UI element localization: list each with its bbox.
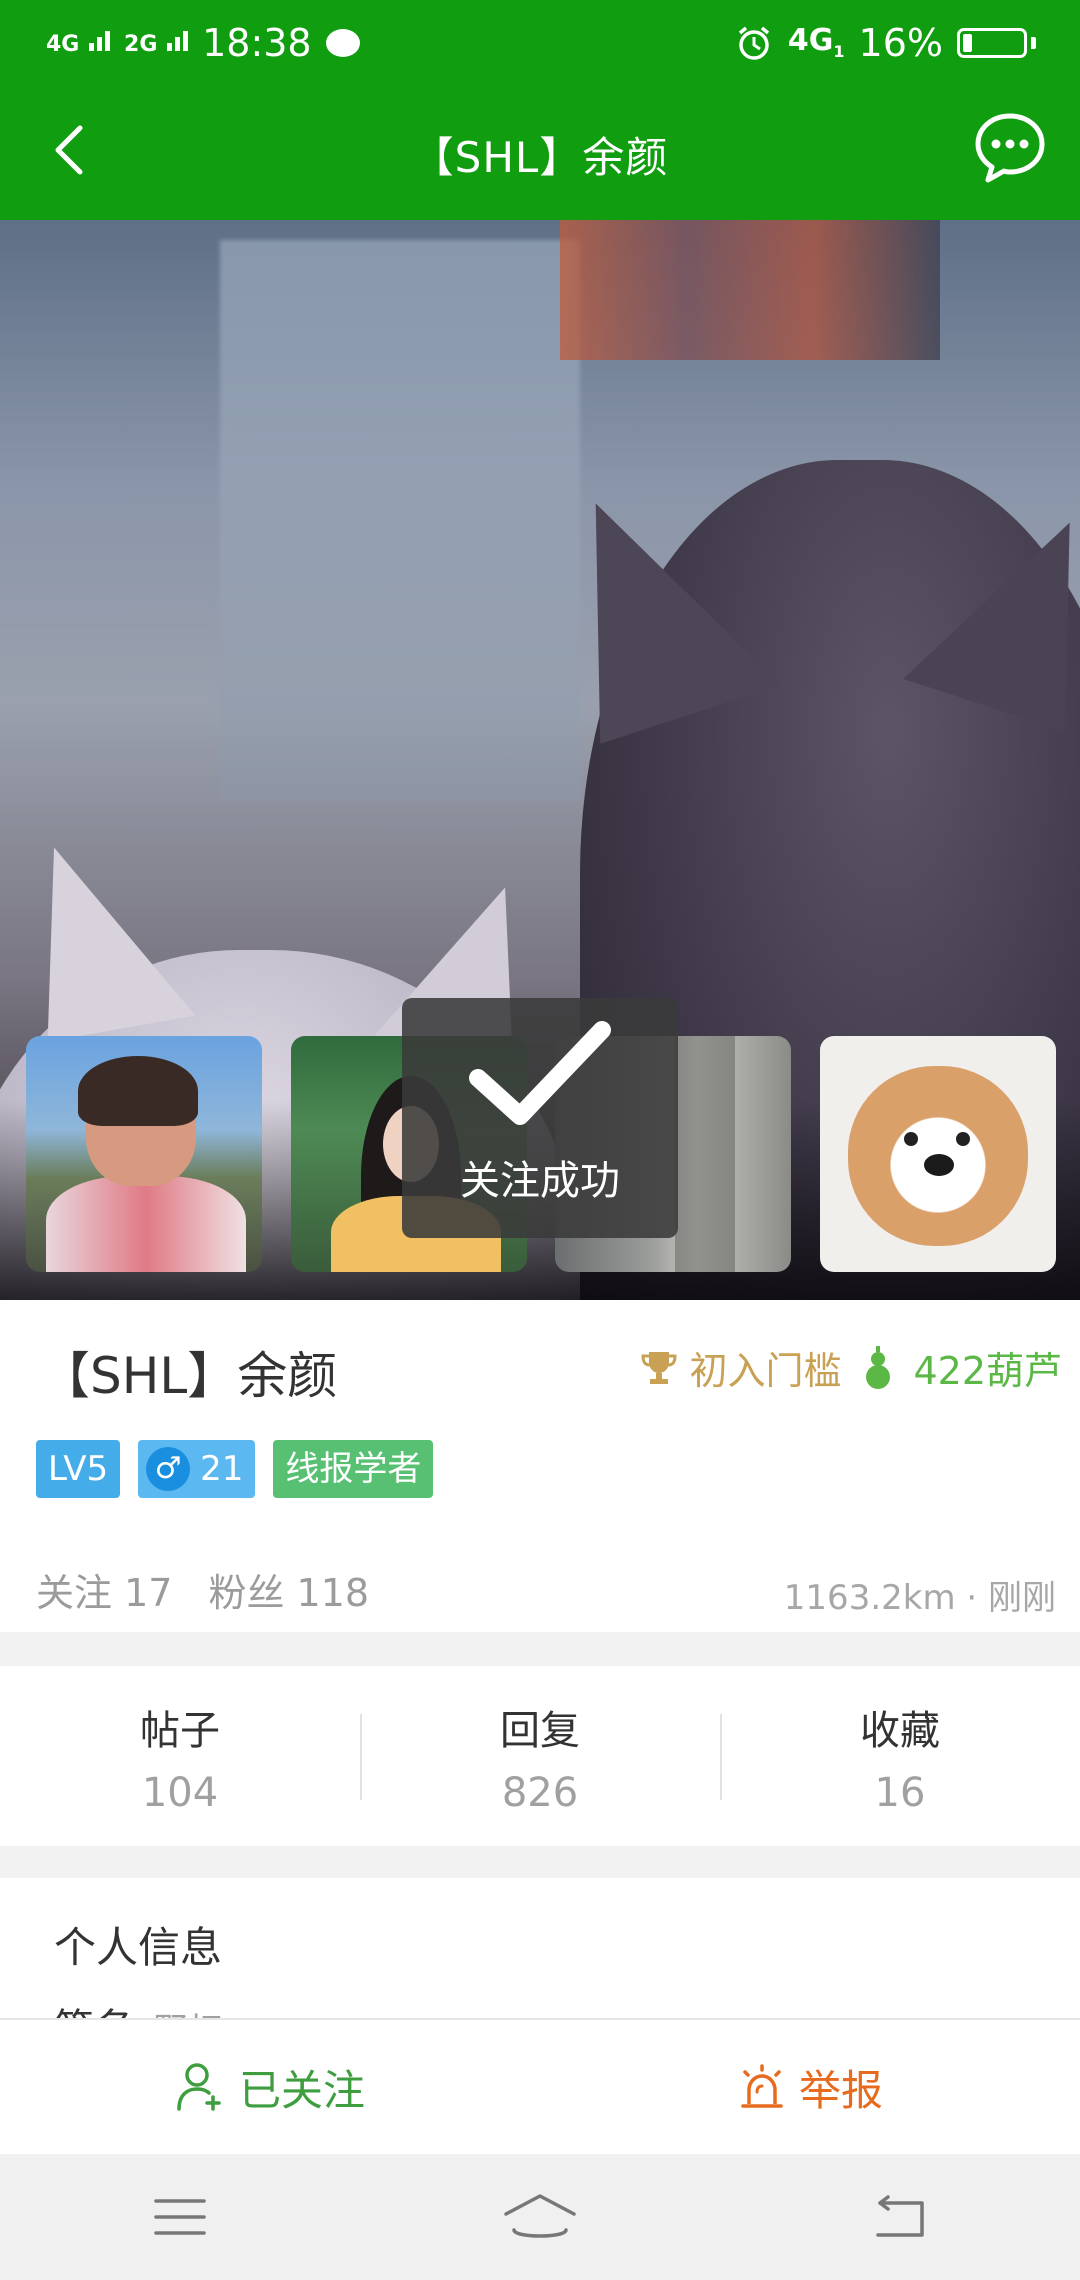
level-badge: LV5	[36, 1440, 121, 1498]
alarm-siren-icon	[741, 2064, 783, 2108]
signal-2g-icon: 2G	[124, 30, 189, 56]
age-value: 21	[200, 1449, 244, 1489]
badge-row: LV5 ♂ 21 线报学者	[36, 1440, 434, 1498]
status-right: 4G1 16%	[734, 21, 1036, 65]
photo-thumbnail[interactable]	[819, 1036, 1056, 1272]
profile-name: 【SHL】余颜	[40, 1347, 338, 1405]
checkmark-icon	[469, 1021, 611, 1125]
action-bar: 已关注 举报	[0, 2018, 1080, 2154]
favorites-label: 收藏	[860, 1708, 940, 1754]
posts-count: 104	[141, 1770, 219, 1816]
signature-label: 签名:	[54, 2006, 147, 2018]
gourd-count: 422葫芦	[913, 1349, 1062, 1393]
personal-info-section: 个人信息 签名: 野灯	[0, 1878, 1080, 2018]
replies-label: 回复	[500, 1708, 580, 1754]
user-check-icon	[177, 2063, 221, 2111]
favorites-count: 16	[874, 1770, 926, 1816]
follow-stats: 关注 17 粉丝 118	[36, 1562, 369, 1617]
battery-icon	[957, 28, 1036, 58]
signal-4g-data-icon: 4G1	[787, 23, 845, 61]
replies-count: 826	[501, 1770, 579, 1816]
followers-count[interactable]: 粉丝 118	[208, 1562, 369, 1617]
achievement-row: 初入门槛 422葫芦	[639, 1340, 1062, 1395]
home-nav-button[interactable]	[500, 2187, 580, 2247]
signature-value: 野灯	[153, 2011, 221, 2018]
posts-tab[interactable]: 帖子 104	[0, 1666, 360, 1846]
status-left: 4G 2G 18:38	[46, 21, 360, 65]
gourd-icon	[866, 1345, 891, 1389]
system-nav-bar	[0, 2154, 1080, 2280]
gender-age-badge: ♂ 21	[138, 1440, 256, 1498]
battery-percentage: 16%	[858, 21, 943, 65]
chat-icon[interactable]	[972, 110, 1048, 186]
distance-time: 1163.2km · 刚刚	[783, 1578, 1056, 1618]
status-time: 18:38	[202, 21, 312, 65]
report-button[interactable]: 举报	[540, 2020, 1080, 2154]
app-header: 【SHL】余颜	[0, 86, 1080, 220]
signal-4g-icon: 4G	[46, 30, 111, 56]
title-badge: 线报学者	[273, 1440, 434, 1498]
posts-label: 帖子	[140, 1708, 220, 1754]
signature-row: 签名: 野灯	[54, 1996, 221, 2018]
followed-label: 已关注	[238, 2065, 365, 2115]
followed-button[interactable]: 已关注	[0, 2020, 540, 2154]
page-title: 【SHL】余颜	[411, 133, 669, 182]
photo-thumbnail[interactable]	[26, 1036, 262, 1272]
message-notification-icon	[325, 29, 360, 57]
follow-success-toast: 关注成功	[402, 998, 678, 1238]
toast-message: 关注成功	[460, 1158, 620, 1204]
male-icon: ♂	[146, 1447, 191, 1491]
replies-tab[interactable]: 回复 826	[360, 1666, 720, 1846]
profile-section: 【SHL】余颜 初入门槛 422葫芦 LV5 ♂ 21 线报学者 关注 17 粉…	[0, 1300, 1080, 1632]
battery-level	[963, 34, 972, 52]
activity-counts: 帖子 104 回复 826 收藏 16	[0, 1666, 1080, 1846]
favorites-tab[interactable]: 收藏 16	[720, 1666, 1080, 1846]
menu-icon	[154, 2199, 206, 2235]
trophy-icon	[641, 1351, 677, 1384]
personal-info-heading: 个人信息	[54, 1923, 223, 1972]
menu-nav-button[interactable]	[140, 2187, 220, 2247]
status-bar: 4G 2G 18:38 4G1 16%	[0, 0, 1080, 86]
alarm-icon	[738, 26, 770, 60]
report-label: 举报	[798, 2065, 883, 2115]
back-nav-button[interactable]	[860, 2187, 940, 2247]
following-count[interactable]: 关注 17	[36, 1562, 172, 1617]
achievement-label: 初入门槛	[689, 1349, 842, 1393]
back-arrow-icon	[876, 2195, 924, 2237]
home-icon	[504, 2194, 576, 2238]
